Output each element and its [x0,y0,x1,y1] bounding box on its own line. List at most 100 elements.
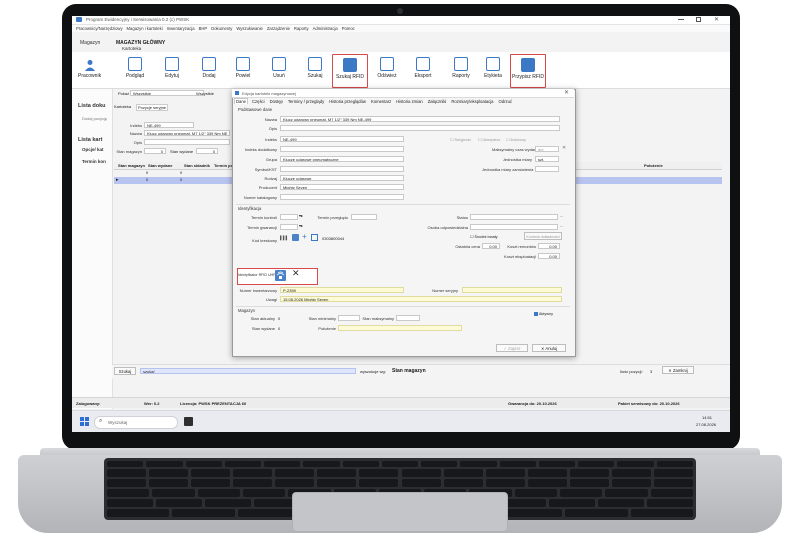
clear-icon[interactable]: ✕ [562,145,566,151]
barcode-add-icon[interactable]: + [302,232,307,241]
max-czas-field[interactable]: dni [535,146,559,152]
filter-check[interactable]: Wszystkie [196,91,214,96]
uwagi-field[interactable]: 15.08.2026 Mighty Seven [280,296,562,302]
toolbar-button-szukaj[interactable]: Szukaj [298,54,332,86]
termin-przeg-field[interactable] [351,214,377,220]
status-field[interactable] [470,214,558,220]
date-dropdown-icon[interactable]: ▾▸ [299,213,303,218]
list-tab-seryjne[interactable]: Pozycje seryjne [136,104,169,111]
toolbar-button-usuń[interactable]: Usuń [262,54,296,86]
dialog-tab[interactable]: Załączniki [427,99,448,104]
jedn-miary-field[interactable]: szt. [535,156,559,162]
dialog-tab[interactable]: Części [251,99,266,104]
stan-max-field[interactable] [396,315,420,321]
maximize-icon[interactable] [696,17,701,22]
barcode-print-icon[interactable] [311,234,318,241]
minimize-icon[interactable] [678,19,684,20]
chk-seryjne[interactable]: ☐ Seryjność [450,137,471,142]
date-dropdown-icon[interactable]: ▾▸ [299,223,303,228]
serial-field[interactable] [462,287,562,293]
column-header[interactable]: Stan wydane [148,163,172,168]
dlg-grupa-field[interactable]: Klucze udarowe pneumatyczne [280,156,404,162]
index-field[interactable]: NE-499 [144,122,194,128]
toolbar-button-eksport[interactable]: Eksport [406,54,440,86]
desc-field[interactable] [144,139,230,145]
toolbar-button-szukaj-rfid[interactable]: Szukaj RFID [332,54,368,88]
dialog-tab[interactable]: Historia przeglądów [328,99,367,104]
dialog-tab[interactable]: Dostęp [269,99,284,104]
osoba-more-icon[interactable]: ... [560,223,563,228]
dialog-tab[interactable]: Komentarz [370,99,392,104]
column-header[interactable]: Stan magazyn [118,163,145,168]
toolbar-button-przypisz-rfid[interactable]: Przypisz RFID [510,54,546,88]
toolbar-button-powiel[interactable]: Powiel [226,54,260,86]
toolbar-button-edytuj[interactable]: Edytuj [155,54,189,86]
menu-item[interactable]: Pracownicy/Narzędziowy [76,25,123,32]
menu-item[interactable]: Magazyn i kartoteki [127,25,163,32]
toolbar-button-dodaj[interactable]: Dodaj [192,54,226,86]
dialog-tab[interactable]: Dane [234,98,249,104]
menu-item[interactable]: Inwentaryzacja [167,25,195,32]
dlg-producent-field[interactable]: Mighty Seven [280,184,404,190]
jedn-zam-field[interactable] [535,166,559,172]
close-button[interactable]: ✕ Zamknij [662,366,694,374]
dlg-opis-field[interactable] [280,125,560,131]
rfid-clear-icon[interactable]: ✕ [292,268,300,279]
barcode-generate-icon[interactable] [292,234,299,241]
polozenie-field[interactable] [338,325,462,331]
person-icon[interactable] [84,59,96,71]
list-tab-kartoteka[interactable]: Kartoteka [114,104,131,109]
column-header[interactable]: Położenie [644,163,663,168]
left-pane-item[interactable]: Pracownik [78,73,101,79]
name-field[interactable]: Klucz udarowy pneumat. M7 1/2" 339 Nm NE [144,130,230,136]
dlg-index-field[interactable]: NE-499 [280,136,404,142]
menu-item[interactable]: Administracja [313,25,338,32]
kontrola-button[interactable]: Kontrola dokładności [524,232,562,240]
dialog-tab[interactable]: Terminy / przeglądy [287,99,325,104]
dialog-tab[interactable]: Historia zmian [395,99,424,104]
menu-item[interactable]: Dokumenty [211,25,232,32]
menu-item[interactable]: Raporty [294,25,309,32]
koszt-rem-field[interactable]: 0,00 [538,243,560,249]
chk-aktywny[interactable]: Aktywny [534,312,553,316]
toolbar-button-raporty[interactable]: Raporty [444,54,478,86]
dlg-symbol-field[interactable] [280,166,404,172]
osoba-field[interactable] [470,224,558,230]
chk-ilosc[interactable]: ☐ Ilościowy [506,137,526,142]
termin-konc-field[interactable] [280,214,298,220]
menu-item[interactable]: Wyszukiwanie [236,25,263,32]
cena-field[interactable]: 0,00 [482,243,500,249]
toolbar-button-odśwież[interactable]: Odśwież [370,54,404,86]
koszt-eks-field[interactable]: 0,00 [538,253,560,259]
dlg-rodzaj-field[interactable]: Klucze udarowe [280,175,404,181]
cancel-button[interactable]: ✕ Anuluj [532,344,566,352]
dialog-tab[interactable]: Rozmiary/eksploatacja [450,99,494,104]
search-button[interactable]: Szukaj [114,367,136,375]
toolbar-button-podgląd[interactable]: Podgląd [118,54,152,86]
dlg-name-field[interactable]: Klucz udarowy pneumat. M7 1/2" 339 Nm NE… [280,116,560,122]
status-more-icon[interactable]: ... [560,213,563,218]
taskbar-app-icon[interactable] [184,417,193,426]
stan-wyd-field[interactable]: 0 [196,148,218,154]
menu-item[interactable]: Pomoc [342,25,355,32]
taskbar-search[interactable]: ⌕ Wyszukaj [94,416,178,429]
close-icon[interactable]: ✕ [714,16,719,23]
dialog-close-icon[interactable]: ✕ [564,89,569,96]
dialog-tab[interactable]: Odrzuć [498,99,514,104]
dlg-jedn-field[interactable] [280,146,404,152]
save-button[interactable]: ✓ Zapisz [496,344,528,352]
list-search-input[interactable]: szukaj [140,368,356,374]
column-header[interactable]: Stan składnik [184,163,210,168]
termin-gwar-field[interactable] [280,224,298,230]
dlg-numkat-field[interactable] [280,194,404,200]
filter-select[interactable]: Wszystkie [130,90,204,96]
stan-mag-field[interactable]: 0 [144,148,166,154]
chk-ubezpiecz[interactable]: ☐ Ubezpiecz. [478,137,501,142]
menu-item[interactable]: Zarządzenie [267,25,290,32]
inv-field[interactable]: P-2359 [280,287,404,293]
windows-start-icon[interactable] [80,417,89,426]
chk-srodek[interactable]: ☐ Środek trwały [470,234,497,239]
menu-item[interactable]: BHP [199,25,208,32]
toolbar-button-etykieta[interactable]: Etykieta [476,54,510,86]
rfid-icon[interactable] [275,270,286,281]
